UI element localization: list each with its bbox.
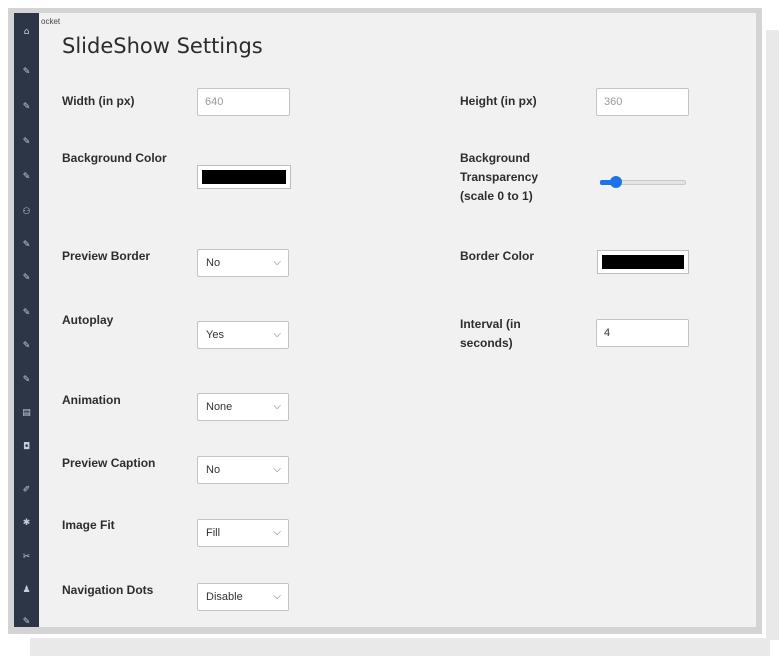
autoplay-label: Autoplay	[62, 313, 114, 327]
autoplay-value: Yes	[206, 329, 224, 341]
pin-icon[interactable]: ✎	[14, 170, 39, 184]
slider-thumb[interactable]	[610, 176, 622, 188]
width-input[interactable]: 640	[197, 88, 290, 116]
pages-icon[interactable]: ▤	[14, 406, 39, 420]
preview-border-label: Preview Border	[62, 249, 151, 263]
navigation-dots-select[interactable]: Disable ⌵	[197, 583, 289, 611]
background-color-picker[interactable]	[197, 165, 291, 189]
screenshot-frame: ⌂ ✎ ✎ ✎ ✎ ⚇ ✎ ✎ ✎ ✎ ✎ ▤ ◘ ✐ ✱ ✂ ♟ ✎ ocke…	[8, 8, 762, 634]
preview-caption-label: Preview Caption	[62, 456, 156, 470]
preview-caption-value: No	[206, 464, 221, 476]
user-icon[interactable]: ♟	[14, 583, 39, 597]
image-fit-label: Image Fit	[62, 518, 115, 532]
pin-icon[interactable]: ✎	[14, 306, 39, 320]
admin-sidebar: ⌂ ✎ ✎ ✎ ✎ ⚇ ✎ ✎ ✎ ✎ ✎ ▤ ◘ ✐ ✱ ✂ ♟ ✎	[14, 13, 39, 627]
background-transparency-label-line: Background	[460, 151, 531, 165]
brush-icon[interactable]: ✐	[14, 483, 39, 497]
animation-label: Animation	[62, 393, 121, 407]
breadcrumb[interactable]: ocket	[41, 17, 60, 26]
pin-icon[interactable]: ✎	[14, 271, 39, 285]
image-fit-select[interactable]: Fill ⌵	[197, 519, 289, 547]
width-label: Width (in px)	[62, 94, 135, 108]
background-transparency-label-line: Transparency	[460, 170, 539, 184]
chevron-down-icon: ⌵	[273, 527, 281, 538]
home-icon[interactable]: ⌂	[14, 25, 39, 39]
card-shadow-right	[766, 30, 779, 640]
preview-border-select[interactable]: No ⌵	[197, 249, 289, 277]
pin-icon[interactable]: ✎	[14, 238, 39, 252]
pin-icon[interactable]: ✎	[14, 339, 39, 353]
chevron-down-icon: ⌵	[273, 257, 281, 268]
background-transparency-slider[interactable]	[598, 176, 688, 188]
users-icon[interactable]: ⚇	[14, 205, 39, 219]
autoplay-select[interactable]: Yes ⌵	[197, 321, 289, 349]
chevron-down-icon: ⌵	[273, 401, 281, 412]
page-title: SlideShow Settings	[62, 34, 263, 58]
background-transparency-label: Background Transparency (scale 0 to 1)	[460, 149, 538, 206]
pin-icon[interactable]: ✎	[14, 65, 39, 79]
border-color-swatch	[602, 255, 684, 269]
animation-select[interactable]: None ⌵	[197, 393, 289, 421]
preview-caption-select[interactable]: No ⌵	[197, 456, 289, 484]
settings-panel: ⌂ ✎ ✎ ✎ ✎ ⚇ ✎ ✎ ✎ ✎ ✎ ▤ ◘ ✐ ✱ ✂ ♟ ✎ ocke…	[14, 13, 756, 627]
pin-icon[interactable]: ✎	[14, 373, 39, 387]
background-color-swatch	[202, 170, 286, 184]
interval-label: Interval (in seconds)	[460, 315, 521, 353]
pin-icon[interactable]: ✎	[14, 100, 39, 114]
tools-icon[interactable]: ✂	[14, 550, 39, 564]
preview-border-value: No	[206, 257, 221, 269]
background-transparency-label-line: (scale 0 to 1)	[460, 189, 533, 203]
media-icon[interactable]: ◘	[14, 440, 39, 454]
background-color-label: Background Color	[62, 151, 167, 165]
chevron-down-icon: ⌵	[273, 591, 281, 602]
pin-icon[interactable]: ✎	[14, 135, 39, 149]
interval-label-line: Interval (in	[460, 317, 521, 331]
navigation-dots-label: Navigation Dots	[62, 583, 154, 597]
chevron-down-icon: ⌵	[273, 329, 281, 340]
gear-icon[interactable]: ✱	[14, 516, 39, 530]
border-color-picker[interactable]	[597, 250, 689, 274]
height-input[interactable]: 360	[596, 88, 689, 116]
wrench-icon[interactable]: ✎	[14, 615, 39, 627]
image-fit-value: Fill	[206, 527, 221, 539]
border-color-label: Border Color	[460, 249, 535, 263]
interval-label-line: seconds)	[460, 336, 513, 350]
navigation-dots-value: Disable	[206, 591, 243, 603]
height-label: Height (in px)	[460, 94, 537, 108]
card-shadow-bottom	[30, 638, 770, 656]
interval-input[interactable]: 4	[596, 319, 689, 347]
chevron-down-icon: ⌵	[273, 464, 281, 475]
animation-value: None	[206, 401, 233, 413]
